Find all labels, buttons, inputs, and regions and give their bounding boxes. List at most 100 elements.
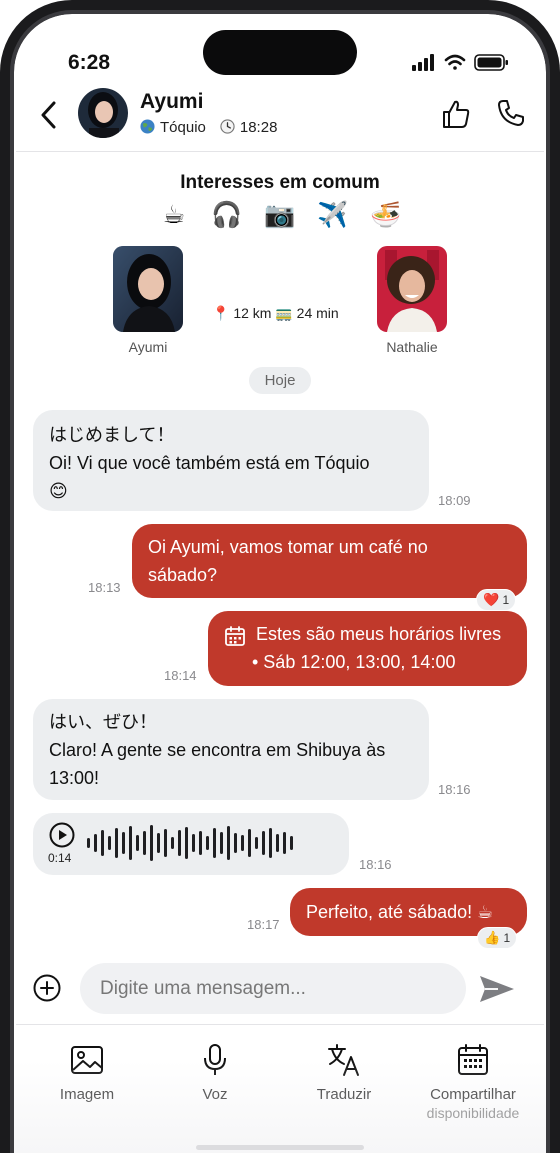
airplane-icon: ✈️ [317,201,349,229]
availability-bubble[interactable]: Estes são meus horários livres • Sáb 12:… [208,611,527,686]
date-chip: Hoje [249,367,311,394]
waveform-bar [213,828,216,858]
message-time: 18:17 [247,917,280,932]
waveform-bar [227,826,230,860]
waveform-bar [255,837,258,849]
avatar[interactable] [78,88,128,138]
waveform-bar [262,831,265,855]
thumbs-up-icon: 👍 [484,930,501,945]
share-availability-button[interactable]: Compartilhar disponibilidade [408,1043,538,1122]
interest-list: ☕ 🎧 📷 ✈️ 🍜 [155,198,405,232]
waveform [87,823,293,863]
phone-screen: 6:28 Ayumi Tóquio 18:28 Interesses em co… [0,0,560,1153]
heart-icon: ❤️ [483,592,500,607]
waveform-bar [241,835,244,851]
reaction-count: 1 [502,593,510,607]
calendar-icon [225,626,245,646]
profile-photo-nathalie[interactable] [377,246,447,332]
message-bubble-in[interactable]: はい、ぜひ！ Claro! A gente se encontra em Shi… [33,699,429,800]
dynamic-island [203,30,357,75]
image-label: Imagem [59,1086,115,1103]
contact-local-time: 18:28 [239,119,278,136]
chat-header: Ayumi Tóquio 18:28 [16,82,544,152]
message-text: はい、ぜひ！ [49,712,157,732]
message-time: 18:09 [438,493,471,508]
reaction-badge[interactable]: ❤️ 1 [476,589,517,611]
contact-name[interactable]: Ayumi [140,90,203,114]
message-text: 13:00! [49,768,100,788]
microphone-icon [204,1044,226,1075]
contact-meta: Tóquio 18:28 [140,119,277,136]
message-text: Oi Ayumi, vamos tomar um café no [148,537,428,557]
waveform-bar [185,827,188,859]
message-bubble-in[interactable]: はじめまして！ Oi! Vi que você também está em T… [33,410,429,511]
wifi-icon [444,54,466,70]
profile-label-left: Ayumi [128,339,168,355]
send-icon[interactable] [478,974,516,1004]
waveform-bar [108,836,111,850]
image-button[interactable]: Imagem [22,1043,152,1104]
waveform-bar [283,832,286,854]
phone-icon[interactable] [496,98,526,128]
waveform-bar [122,832,125,854]
action-toolbar: Imagem Voz Traduzir Compartilhar disponi… [16,1024,544,1153]
voice-label: Voz [202,1086,228,1103]
status-time: 6:28 [68,51,111,74]
waveform-bar [276,834,279,852]
play-icon[interactable] [49,822,75,848]
translate-icon [328,1044,359,1076]
translate-label: Traduzir [316,1086,372,1103]
voice-button[interactable]: Voz [150,1043,280,1104]
signal-icon [412,54,434,71]
message-text: Perfeito, até sábado! ☕ [306,902,494,922]
message-text: Oi! Vi que você também está em Tóquio [49,453,370,473]
common-interests-title: Interesses em comum [180,172,380,193]
waveform-bar [192,834,195,852]
message-bubble-out[interactable]: Oi Ayumi, vamos tomar um café no sábado? [132,524,527,598]
voice-message[interactable]: 0:14 [33,813,349,875]
waveform-bar [150,825,153,861]
waveform-bar [94,834,97,852]
translate-button[interactable]: Traduzir [279,1043,409,1104]
waveform-bar [171,837,174,849]
waveform-bar [129,826,132,860]
waveform-bar [290,836,293,850]
add-attachment-icon[interactable] [33,974,61,1002]
waveform-bar [115,828,118,858]
message-text: Claro! A gente se encontra em Shibuya às [49,740,386,760]
calendar-icon [458,1044,488,1075]
image-icon [71,1046,103,1074]
waveform-bar [136,835,139,851]
waveform-bar [199,831,202,855]
message-time: 18:14 [164,668,197,683]
waveform-bar [220,832,223,854]
availability-slots: • Sáb 12:00, 13:00, 14:00 [252,652,456,672]
share-sublabel: disponibilidade [426,1105,520,1121]
profile-photo-ayumi[interactable] [113,246,183,332]
coffee-icon: ☕ [162,201,186,229]
reaction-badge[interactable]: 👍 1 [477,927,518,949]
waveform-bar [101,830,104,856]
home-indicator [196,1145,364,1150]
message-text: Estes são meus horários livres [256,624,502,644]
waveform-bar [248,829,251,857]
battery-icon [474,54,508,71]
camera-icon: 📷 [264,201,296,229]
thumbs-up-icon[interactable] [440,98,472,130]
message-time: 18:13 [88,580,121,595]
waveform-bar [87,838,90,848]
headphones-icon: 🎧 [211,201,243,229]
waveform-bar [234,833,237,853]
share-label: Compartilhar [430,1086,516,1103]
noodles-icon: 🍜 [370,201,402,229]
profile-label-right: Nathalie [386,339,438,355]
message-input[interactable] [80,963,466,1014]
waveform-bar [164,829,167,857]
distance-info: 📍 12 km 🚃 24 min [212,305,339,321]
waveform-bar [143,831,146,855]
back-chevron-icon[interactable] [38,100,60,130]
waveform-bar [178,830,181,856]
status-icons [412,54,508,71]
message-time: 18:16 [438,782,471,797]
message-text: 😊 [49,481,68,501]
